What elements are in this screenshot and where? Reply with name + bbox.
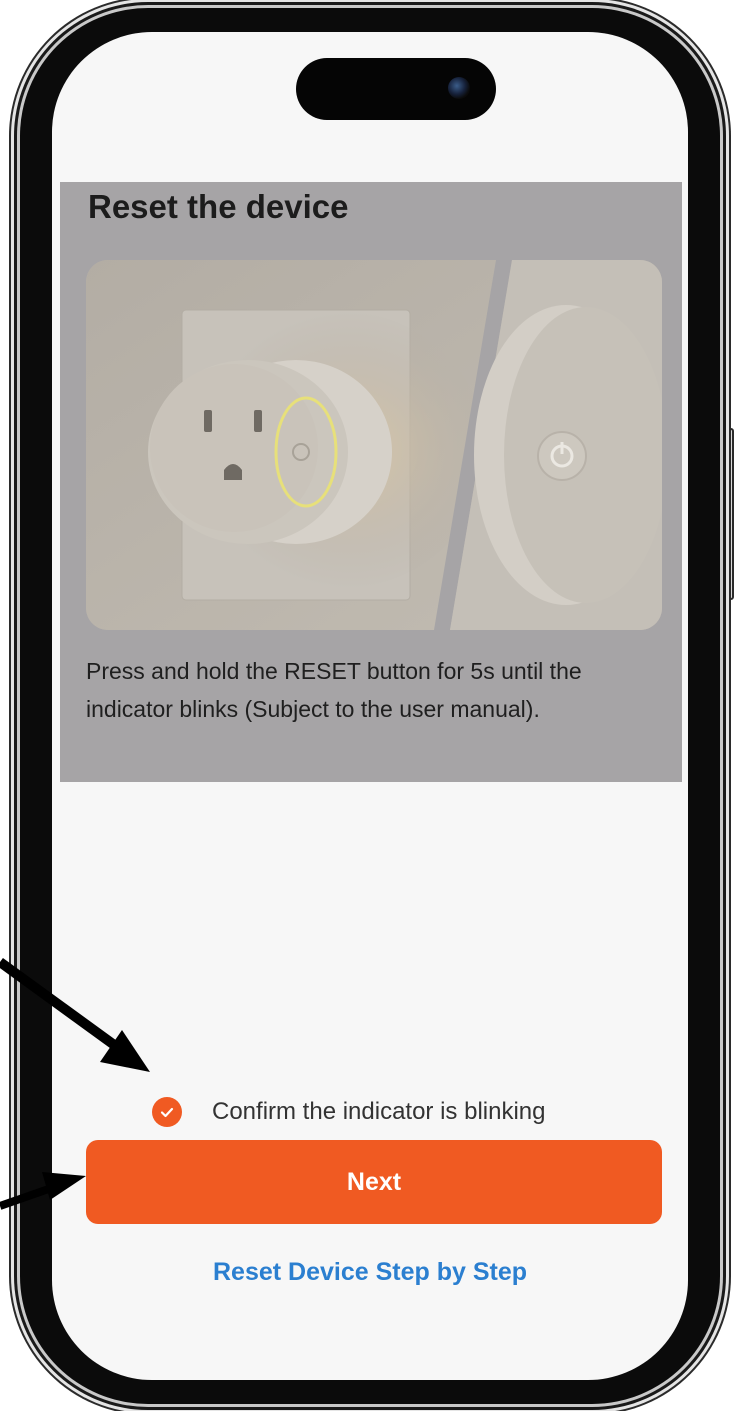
reset-illustration xyxy=(86,260,662,630)
dynamic-island xyxy=(296,58,496,120)
phone-frame: Reset the device Press and hold the RESE… xyxy=(20,8,720,1404)
reset-instructions-card: Reset the device Press and hold the RESE… xyxy=(60,182,682,782)
confirm-label: Confirm the indicator is blinking xyxy=(212,1098,546,1125)
confirm-checkbox[interactable] xyxy=(152,1097,182,1127)
camera-icon xyxy=(448,77,470,99)
page-title: Reset the device xyxy=(88,188,349,225)
reset-instruction-text: Press and hold the RESET button for 5s u… xyxy=(86,658,582,722)
confirm-checkbox-row[interactable]: Confirm the indicator is blinking xyxy=(152,1095,545,1129)
reset-step-by-step-link[interactable]: Reset Device Step by Step xyxy=(52,1258,688,1287)
app-screen: Reset the device Press and hold the RESE… xyxy=(52,32,688,1380)
check-icon xyxy=(160,1107,174,1118)
power-button xyxy=(722,428,734,600)
next-button[interactable]: Next xyxy=(86,1140,662,1224)
